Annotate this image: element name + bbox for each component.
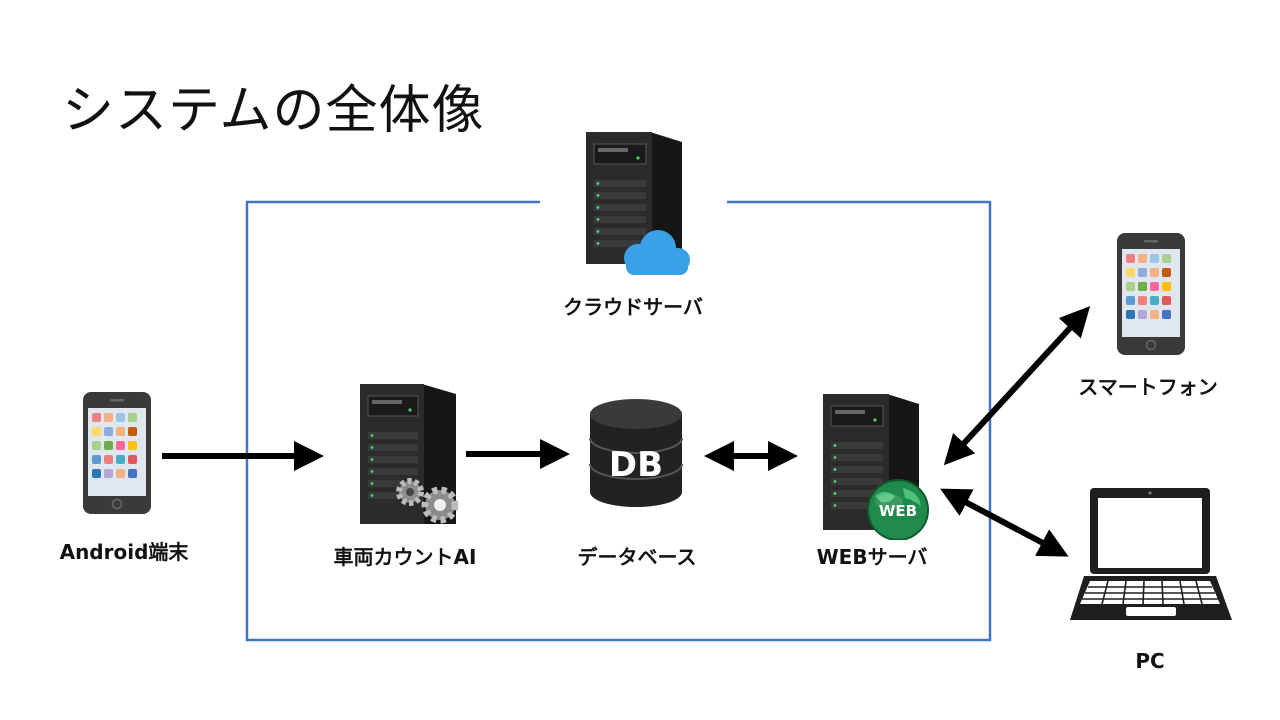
system-overview-slide: システムの全体像 Android端末 車両カウントAI クラウドサーバ DB デ… [0, 0, 1280, 720]
server-cloud-icon [586, 132, 690, 275]
database-label: データベース [577, 545, 697, 569]
laptop-icon [1070, 488, 1232, 620]
smartphone-icon [1117, 233, 1185, 355]
server-gear-icon [360, 384, 459, 524]
cloud-server-label: クラウドサーバ [563, 295, 703, 319]
smartphone-label: スマートフォン [1078, 375, 1218, 399]
pc-label: PC [1135, 649, 1165, 673]
web-text: WEB [879, 502, 917, 520]
web-server-label: WEBサーバ [816, 545, 928, 569]
android-phone-icon [83, 392, 151, 514]
database-icon: DB [589, 399, 683, 507]
database-text: DB [609, 445, 663, 485]
vehicle-ai-label: 車両カウントAI [333, 545, 477, 569]
globe-icon: WEB [867, 479, 929, 540]
android-label: Android端末 [59, 540, 189, 564]
server-web-icon: WEB [823, 394, 929, 540]
arrow-web-smartphone [943, 306, 1091, 466]
arrow-web-pc [940, 488, 1069, 557]
